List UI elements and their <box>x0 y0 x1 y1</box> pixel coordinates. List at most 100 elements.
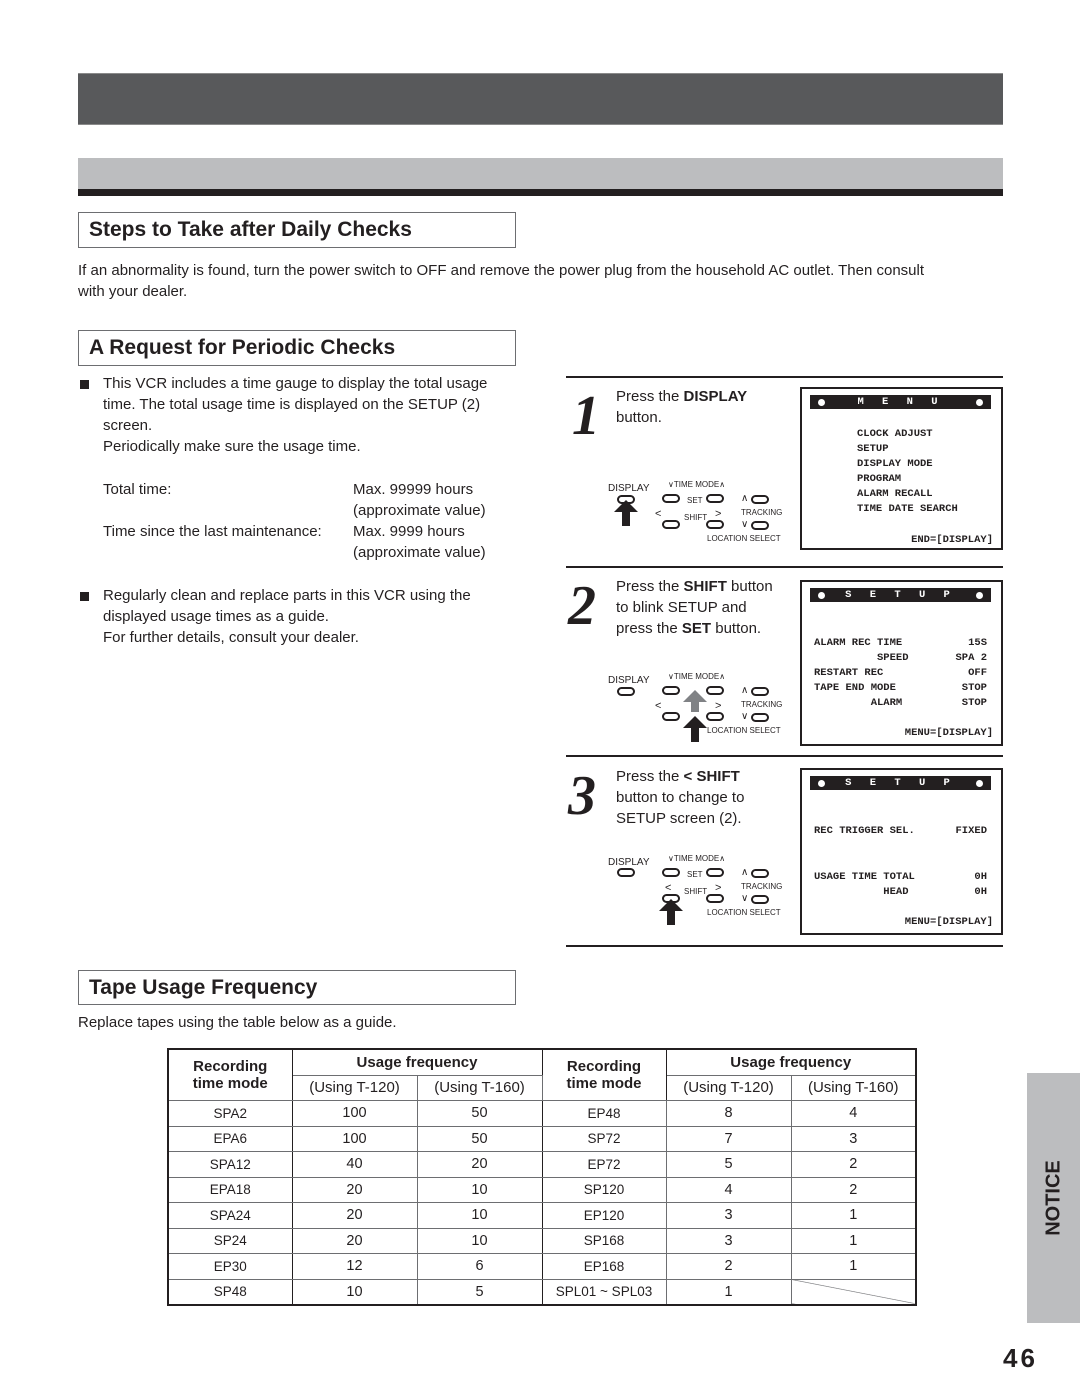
cell-usage-value: 7 <box>665 1125 792 1152</box>
text-line: time. The total usage time is displayed … <box>103 396 481 413</box>
spec-note: (approximate value) <box>353 544 486 561</box>
tracking-down-button[interactable] <box>751 521 769 530</box>
remote-panel: DISPLAY ∨TIME MODE∧ < > TRACKING LOCATIO… <box>605 670 785 742</box>
shift-left-button[interactable] <box>662 712 680 721</box>
text-line: displayed usage times as a guide. <box>103 608 329 625</box>
arrow-up-icon <box>614 500 638 526</box>
set-label: SET <box>687 496 703 505</box>
setup-screen-2: S E T U P REC TRIGGER SEL. FIXED USAGE T… <box>800 768 1003 935</box>
cell-usage-value: 20 <box>416 1151 543 1178</box>
table-row: SPA12 40 20 EP72 5 2 <box>167 1151 917 1178</box>
label-text: TIME MODE <box>673 854 720 863</box>
cell-usage-value: 2 <box>790 1176 917 1203</box>
cell-recording-mode: SPA2 <box>167 1100 293 1127</box>
setting-value: 15S <box>968 637 987 649</box>
cell-usage-value: 6 <box>416 1253 543 1280</box>
keyword-shift: SHIFT <box>683 578 727 595</box>
time-mode-minus-button[interactable] <box>662 868 680 877</box>
step-divider <box>566 945 1003 947</box>
time-mode-minus-button[interactable] <box>662 686 680 695</box>
heading-text: A Request for Periodic Checks <box>89 336 396 359</box>
tape-usage-table: Recording time mode Usage frequency Reco… <box>167 1048 917 1306</box>
table-body: SPA2 100 50 EP48 8 4 EPA6 100 50 SP72 7 3 SPA12 40 20 E… <box>167 1100 917 1306</box>
cell-usage-value: 40 <box>291 1151 418 1178</box>
tracking-down-button[interactable] <box>751 713 769 722</box>
screen-title: S E T U P <box>845 777 956 789</box>
bullet-icon <box>80 592 89 601</box>
arrow-up-icon-gray <box>683 690 707 712</box>
side-tab-notice[interactable]: NOTICE <box>1027 1073 1080 1323</box>
tracking-down-button[interactable] <box>751 895 769 904</box>
setting-label: SPEED <box>814 652 909 664</box>
menu-screen: M E N U CLOCK ADJUST SETUP DISPLAY MODE … <box>800 387 1003 550</box>
setting-label: REC TRIGGER SEL. <box>814 825 915 837</box>
time-mode-plus-button[interactable] <box>706 868 724 877</box>
cell-recording-mode: EPA6 <box>167 1125 293 1152</box>
tracking-up-button[interactable] <box>751 869 769 878</box>
shift-left-icon: < <box>655 700 662 712</box>
shift-left-button[interactable] <box>662 520 680 529</box>
time-mode-minus-button[interactable] <box>662 494 680 503</box>
header-text: Recording <box>566 1058 642 1075</box>
daily-checks-text: If an abnormality is found, turn the pow… <box>78 260 1008 302</box>
time-mode-plus-button[interactable] <box>706 686 724 695</box>
shift-right-button[interactable] <box>706 894 724 903</box>
time-mode-label: ∨TIME MODE∧ <box>668 854 726 863</box>
keyword-display: DISPLAY <box>683 388 748 405</box>
setting-label: USAGE TIME TOTAL <box>814 871 915 883</box>
display-button[interactable] <box>617 687 635 696</box>
text-line: This VCR includes a time gauge to displa… <box>103 375 488 392</box>
step-divider <box>566 376 1003 378</box>
cell-recording-mode: SPA12 <box>167 1151 293 1178</box>
shift-right-button[interactable] <box>706 712 724 721</box>
tracking-up-button[interactable] <box>751 687 769 696</box>
spec-label: Total time: <box>103 481 172 498</box>
remote-panel: DISPLAY ∨TIME MODE∧ SET SHIFT < > TRACKI… <box>605 478 785 548</box>
tracking-label: TRACKING <box>741 508 783 517</box>
remote-panel: DISPLAY ∨TIME MODE∧ SET SHIFT < > TRACKI… <box>605 852 785 925</box>
heading-text: Tape Usage Frequency <box>89 975 318 999</box>
section-heading-tape-usage: Tape Usage Frequency <box>78 970 516 1005</box>
menu-item: PROGRAM <box>857 473 902 485</box>
step-divider <box>566 566 1003 568</box>
menu-item: SETUP <box>857 443 889 455</box>
location-select-label: LOCATION SELECT <box>707 908 781 917</box>
text: button. <box>616 409 662 426</box>
setting-value: SPA 2 <box>955 652 987 664</box>
screen-title-bar: M E N U <box>810 395 991 409</box>
shift-label: SHIFT <box>684 513 708 522</box>
text: Press the <box>616 578 684 595</box>
step-number: 2 <box>568 575 596 637</box>
screen-footer: END=[DISPLAY] <box>911 534 993 546</box>
shift-left-icon: < <box>655 508 662 520</box>
step-2-instruction: Press the SHIFT button to blink SETUP an… <box>616 576 801 639</box>
screen-title-bar: S E T U P <box>810 776 991 790</box>
table-row: EPA6 100 50 SP72 7 3 <box>167 1125 917 1152</box>
location-select-label: LOCATION SELECT <box>707 726 781 735</box>
cell-usage-value: 4 <box>790 1100 917 1127</box>
tracking-up-icon: ∧ <box>741 867 749 878</box>
cell-usage-value: 10 <box>416 1176 543 1203</box>
display-button[interactable] <box>617 868 635 877</box>
spec-label: Time since the last maintenance: <box>103 523 322 540</box>
spec-maintenance-time: Time since the last maintenance: Max. 99… <box>103 521 523 563</box>
header-recording-mode: Recording time mode <box>541 1048 667 1101</box>
cell-usage-value: 2 <box>665 1253 792 1280</box>
step-number: 1 <box>572 385 600 447</box>
setting-label: HEAD <box>814 886 909 898</box>
arrow-up-icon <box>683 716 707 742</box>
dot-icon <box>818 779 825 787</box>
tracking-up-button[interactable] <box>751 495 769 504</box>
cell-usage-value: 5 <box>665 1151 792 1178</box>
header-band-light <box>78 158 1003 189</box>
shift-right-icon: > <box>715 882 722 894</box>
cell-recording-mode: EPA18 <box>167 1176 293 1203</box>
header-text: Recording <box>193 1058 268 1075</box>
side-tab-label: NOTICE <box>1042 1160 1064 1236</box>
cell-usage-value: 2 <box>790 1151 917 1178</box>
time-mode-plus-button[interactable] <box>706 494 724 503</box>
text: button to change to <box>616 789 745 806</box>
cell-usage-value: 8 <box>665 1100 792 1127</box>
shift-right-button[interactable] <box>706 520 724 529</box>
tracking-down-icon: ∨ <box>741 711 749 722</box>
